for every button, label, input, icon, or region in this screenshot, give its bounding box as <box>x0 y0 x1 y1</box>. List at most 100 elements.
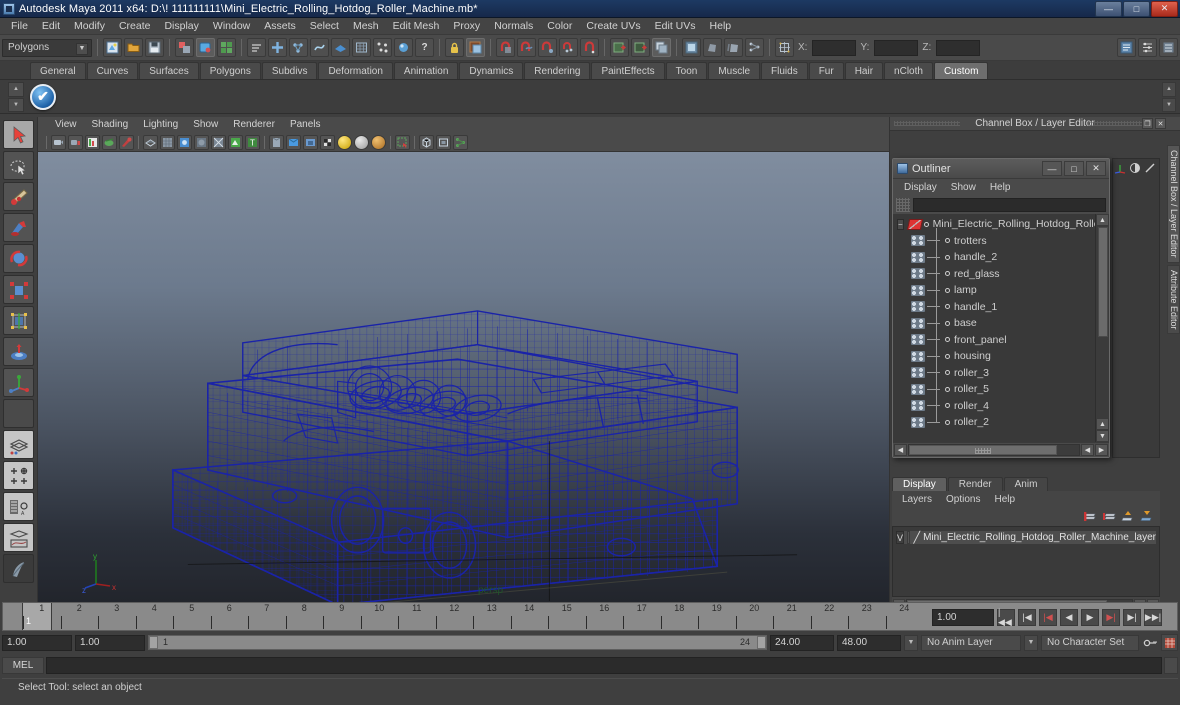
tab-display[interactable]: Display <box>892 477 947 491</box>
viewport-menu-lighting[interactable]: Lighting <box>136 117 185 133</box>
go-to-start-button[interactable]: |◀◀ <box>997 607 1015 627</box>
select-camera-icon[interactable] <box>51 134 66 150</box>
outliner-row-housing[interactable]: housing <box>893 348 1095 365</box>
show-attribute-editor-icon[interactable] <box>1117 38 1136 57</box>
shelf-tab-subdivs[interactable]: Subdivs <box>261 62 318 79</box>
range-left-handle[interactable] <box>149 636 158 649</box>
magnet-curve-icon[interactable] <box>517 38 536 57</box>
outliner-menu-show[interactable]: Show <box>944 182 983 193</box>
tab-anim[interactable]: Anim <box>1003 477 1049 491</box>
anim-layer-chevron-icon[interactable]: ▼ <box>1024 634 1038 651</box>
viewport-menu-view[interactable]: View <box>48 117 84 133</box>
transform-mode-icon[interactable] <box>775 38 794 57</box>
scroll-down-icon[interactable]: ▼ <box>1096 430 1109 442</box>
show-channel-box-icon[interactable] <box>1159 38 1178 57</box>
menu-color[interactable]: Color <box>540 18 579 35</box>
show-manipulator-tool-button[interactable] <box>3 368 34 397</box>
shelf-tab-hair[interactable]: Hair <box>844 62 884 79</box>
snap-active-object-icon[interactable] <box>352 38 371 57</box>
shelf-tab-painteffects[interactable]: PaintEffects <box>591 62 665 79</box>
tab-render[interactable]: Render <box>947 477 1003 491</box>
light-orange-icon[interactable] <box>371 134 386 150</box>
menu-file[interactable]: File <box>4 18 35 35</box>
contrast-circle-icon[interactable] <box>1129 162 1141 174</box>
snap-curve-icon[interactable] <box>289 38 308 57</box>
range-slider[interactable]: 1 24 <box>148 635 767 650</box>
scroll-left-icon[interactable]: ◀ <box>894 444 907 456</box>
show-tool-settings-icon[interactable] <box>1138 38 1157 57</box>
range-end-field[interactable]: 1.00 <box>75 634 145 651</box>
menu-help[interactable]: Help <box>703 18 739 35</box>
outliner-row-front-panel[interactable]: front_panel <box>893 332 1095 349</box>
shelf-scroll-down-icon[interactable]: ▼ <box>8 97 24 112</box>
help-question-icon[interactable]: ? <box>415 38 434 57</box>
playback-options-chevron-icon[interactable]: ▼ <box>904 634 918 651</box>
shelf-tab-fluids[interactable]: Fluids <box>761 62 808 79</box>
shelf-tab-general[interactable]: General <box>30 62 86 79</box>
move-tool-button[interactable] <box>3 213 34 242</box>
open-scene-icon[interactable] <box>124 38 143 57</box>
play-backwards-button[interactable]: ◀ <box>1060 609 1078 626</box>
outliner-row-handle-2[interactable]: handle_2 <box>893 249 1095 266</box>
menu-mesh[interactable]: Mesh <box>346 18 386 35</box>
menu-select[interactable]: Select <box>303 18 346 35</box>
shelf-tab-fur[interactable]: Fur <box>808 62 844 79</box>
magnet-mesh-icon[interactable] <box>559 38 578 57</box>
outliner-tree[interactable]: − Mini_Electric_Rolling_Hotdog_Rolle tro… <box>893 214 1109 442</box>
range-start-field[interactable]: 1.00 <box>2 634 72 651</box>
snap-point-icon[interactable] <box>310 38 329 57</box>
shelf-tab-custom[interactable]: Custom <box>933 62 989 79</box>
display-cube-icon[interactable] <box>419 134 434 150</box>
collapse-icon[interactable]: − <box>897 218 904 230</box>
universal-manipulator-tool-button[interactable] <box>3 306 34 335</box>
flat-shade-icon[interactable] <box>194 134 209 150</box>
scroll-up-small-icon[interactable]: ▲ <box>1096 418 1109 430</box>
outliner-close-button[interactable]: ✕ <box>1086 161 1106 176</box>
anim-layer-dropdown[interactable]: No Anim Layer <box>921 634 1021 651</box>
image-plane-icon[interactable] <box>85 134 100 150</box>
y-coord-input[interactable] <box>874 39 919 56</box>
shadows-icon[interactable] <box>303 134 318 150</box>
render-settings-icon[interactable] <box>217 38 236 57</box>
smooth-shade-all-icon[interactable] <box>160 134 175 150</box>
step-forward-frame-button[interactable]: ▶| <box>1102 609 1120 626</box>
viewport-menu-panels[interactable]: Panels <box>283 117 328 133</box>
undo-view-icon[interactable] <box>175 38 194 57</box>
wireframe-shading-icon[interactable] <box>143 134 158 150</box>
viewport-menu-show[interactable]: Show <box>186 117 225 133</box>
shelf-tab-muscle[interactable]: Muscle <box>708 62 761 79</box>
use-default-lighting-icon[interactable] <box>269 134 284 150</box>
construction-history-icon[interactable] <box>394 38 413 57</box>
new-layer-from-selection-icon[interactable] <box>1102 510 1116 523</box>
lock-icon[interactable] <box>445 38 464 57</box>
shelf-scroll-up-icon[interactable]: ▲ <box>8 82 24 97</box>
step-forward-keyframe-button[interactable]: ▶| <box>1123 609 1141 626</box>
shelf-overflow-controls[interactable]: ▲ ▼ <box>1162 82 1176 112</box>
light-yellow-icon[interactable] <box>337 134 352 150</box>
command-language-label[interactable]: MEL <box>2 656 44 674</box>
snap-view-plane-icon[interactable] <box>331 38 350 57</box>
menu-edit-mesh[interactable]: Edit Mesh <box>386 18 447 35</box>
scrollbar-thumb[interactable] <box>1097 227 1108 337</box>
step-back-keyframe-button[interactable]: |◀ <box>1018 609 1036 626</box>
outliner-row-roller-3[interactable]: roller_3 <box>893 365 1095 382</box>
h-scroll-thumb[interactable] <box>909 445 1057 455</box>
menu-assets[interactable]: Assets <box>257 18 303 35</box>
menu-create[interactable]: Create <box>112 18 158 35</box>
current-time-indicator[interactable]: 1 <box>22 603 52 630</box>
isolate-select-icon[interactable] <box>395 134 410 150</box>
save-scene-icon[interactable] <box>145 38 164 57</box>
xray-mode-icon[interactable] <box>320 134 335 150</box>
light-grey-icon[interactable] <box>354 134 369 150</box>
input-connections-icon[interactable] <box>610 38 629 57</box>
outliner-row-base[interactable]: base <box>893 315 1095 332</box>
outliner-search-input[interactable] <box>913 198 1106 212</box>
outliner-titlebar[interactable]: Outliner — □ ✕ <box>893 159 1109 179</box>
outliner-row-handle-1[interactable]: handle_1 <box>893 299 1095 316</box>
viewport-menu-shading[interactable]: Shading <box>85 117 136 133</box>
outliner-row-trotters[interactable]: trotters <box>893 233 1095 250</box>
restore-icon[interactable]: ❐ <box>1142 118 1153 129</box>
hypershade-icon[interactable] <box>745 38 764 57</box>
shelf-tab-animation[interactable]: Animation <box>393 62 459 79</box>
layer-menu-help[interactable]: Help <box>987 494 1022 505</box>
